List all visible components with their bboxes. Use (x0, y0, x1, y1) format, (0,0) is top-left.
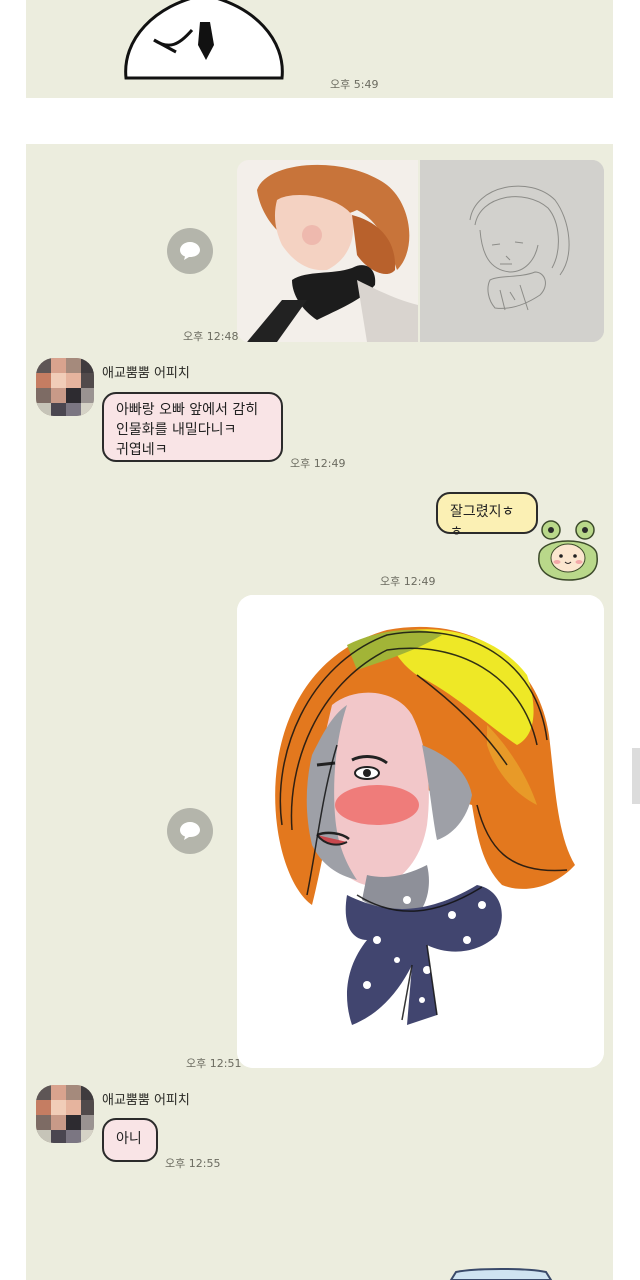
partial-sticker-image[interactable] (446, 1268, 556, 1280)
share-icon (180, 242, 200, 260)
message-text: 잘그렸지ㅎㅎ (450, 504, 515, 540)
incoming-message-bubble[interactable]: 아니 (102, 1118, 158, 1162)
sender-name: 애교뿜뿜 어피치 (102, 1093, 190, 1108)
chat-panel-top: 오후 5:49 (26, 0, 613, 98)
message-text-line: 인물화를 내밀다니ㅋ (116, 422, 237, 438)
message-timestamp: 오후 12:49 (380, 575, 436, 588)
pencil-sketch-photo[interactable] (420, 160, 604, 342)
share-button[interactable] (167, 228, 213, 274)
message-timestamp: 오후 5:49 (330, 78, 379, 91)
message-text-line: 귀엽네ㅋ (116, 442, 168, 458)
character-sticker-image[interactable] (114, 0, 294, 80)
message-timestamp: 오후 12:55 (165, 1157, 221, 1170)
message-text-line: 아빠랑 오빠 앞에서 감히 (116, 402, 259, 418)
avatar[interactable] (36, 1085, 94, 1143)
chat-panel-main[interactable]: 오후 12:48 애교뿜뿜 어피치 아빠랑 오빠 앞에서 감히 인물화를 내밀다… (26, 144, 613, 1280)
pixelated-avatar-image (36, 1085, 94, 1143)
scrollbar-thumb[interactable] (632, 748, 640, 804)
message-timestamp: 오후 12:49 (290, 457, 346, 470)
share-button[interactable] (167, 808, 213, 854)
reference-photo[interactable] (237, 160, 418, 342)
pixelated-avatar-image (36, 358, 94, 416)
share-icon (180, 822, 200, 840)
colored-drawing-image[interactable] (237, 595, 604, 1068)
sender-name: 애교뿜뿜 어피치 (102, 366, 190, 381)
message-timestamp: 오후 12:48 (183, 330, 239, 343)
frog-sticker[interactable] (535, 520, 603, 584)
incoming-message-bubble[interactable]: 아빠랑 오빠 앞에서 감히 인물화를 내밀다니ㅋ 귀엽네ㅋ (102, 392, 283, 462)
avatar[interactable] (36, 358, 94, 416)
message-text: 아니 (116, 1131, 142, 1147)
outgoing-message-bubble[interactable]: 잘그렸지ㅎㅎ (436, 492, 538, 540)
message-timestamp: 오후 12:51 (186, 1057, 242, 1070)
